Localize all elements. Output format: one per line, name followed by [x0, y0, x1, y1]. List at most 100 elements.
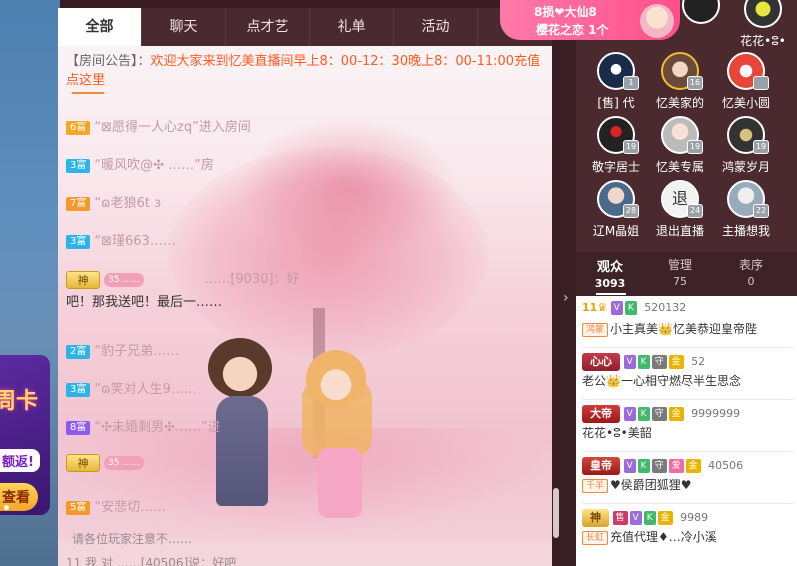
wealth-level-badge: 3富	[66, 234, 91, 249]
row-badges: 神 售VK金 9989	[582, 509, 708, 527]
notice-underline	[72, 92, 104, 94]
avatar-level-tag: 28	[623, 204, 639, 218]
tab-all[interactable]: 全部	[58, 8, 142, 46]
audience-avatar-9[interactable]: 22 主播想我	[712, 180, 780, 239]
chip-gold: 金	[685, 459, 701, 473]
list-item: 神 35 …… ……[9030]：好	[66, 268, 300, 289]
audience-avatar-3[interactable]: 忆美小圆	[712, 52, 780, 111]
audience-avatar-6[interactable]: 19 鸿蒙岁月	[712, 116, 780, 175]
row-name: 充值代理♦…冷小溪	[610, 530, 717, 544]
message-text: “豹子兄弟……	[94, 344, 180, 359]
tab-underline	[596, 293, 626, 295]
fan-level-badge: 35 ……	[104, 272, 145, 287]
tab-ranking[interactable]: 表序 0	[721, 256, 781, 288]
scrollbar-thumb[interactable]	[553, 488, 559, 538]
love-banner-bottom: 樱花之恋 1个	[536, 23, 609, 37]
tab-label: 表序	[738, 258, 763, 272]
tab-label: 观众	[596, 260, 623, 275]
tab-gift-list[interactable]: 礼单	[310, 8, 394, 46]
avatar-level-tag: 22	[753, 204, 769, 218]
list-item: 5富 “安悲切……	[66, 496, 166, 515]
avatar-label: 鸿蒙岁月	[721, 160, 770, 174]
avatar-label: 退出直播	[655, 224, 704, 238]
table-row[interactable]: 心心 VK守金 52 老公👑一心相守燃尽半生思念	[582, 348, 794, 400]
top-avatar-2[interactable]: 花花•ⵓ•	[729, 0, 797, 49]
room-notice[interactable]: 【房间公告】：欢迎大家来到忆美直播间早上8：00-12：30晚上8：00-11:…	[66, 52, 548, 90]
row-name-line: 千羊 ♥侯爵团狐狸♥	[582, 476, 692, 493]
list-item: 7富 “ɷ老狼6t ɜ	[66, 192, 161, 211]
tab-admins[interactable]: 管理 75	[650, 256, 710, 288]
avatar	[682, 0, 720, 24]
top-avatar-1[interactable]	[667, 0, 735, 24]
row-badges: 大帝 VK守金 9999999	[582, 405, 740, 423]
wealth-level-badge: 6富	[66, 120, 91, 135]
audience-avatar-4[interactable]: 19 敬字居士	[582, 116, 650, 175]
row-name: ♥侯爵团狐狸♥	[610, 478, 692, 492]
tab-talent[interactable]: 点才艺	[226, 8, 310, 46]
expand-arrow-icon[interactable]: ›	[563, 290, 569, 306]
audience-avatar-1[interactable]: 1 [售] 代	[582, 52, 650, 111]
avatar-level-tag: 1	[623, 76, 639, 90]
audience-avatar-5[interactable]: 19 忆美专属	[646, 116, 714, 175]
avatar: 16	[661, 52, 703, 90]
row-name: 小主真美👑忆美恭迎皇帝陛	[610, 322, 757, 336]
chat-scrollbar[interactable]	[552, 8, 560, 566]
chip-sell: 售	[612, 511, 628, 525]
avatar: 28	[597, 180, 639, 218]
audience-list: 11♛ VK 520132 鸿蒙 小主真美👑忆美恭迎皇帝陛 心心 VK守金 52 …	[576, 296, 797, 566]
row-badges: 皇帝 VK守爱金 40506	[582, 457, 743, 475]
row-score: 520132	[644, 301, 687, 314]
message-text: ……[9030]：好	[204, 272, 300, 287]
row-score: 40506	[708, 459, 744, 472]
promo-title: 周卡	[0, 389, 39, 414]
couple-girl-body	[318, 448, 362, 518]
background-tree-core	[238, 118, 458, 258]
love-banner-top: 8损❤大仙8	[534, 5, 597, 19]
title-badge: 11	[582, 301, 598, 314]
wealth-level-badge: 3富	[66, 382, 91, 397]
table-row[interactable]: 11♛ VK 520132 鸿蒙 小主真美👑忆美恭迎皇帝陛	[582, 296, 794, 348]
row-name-line: 鸿蒙 小主真美👑忆美恭迎皇帝陛	[582, 320, 757, 337]
tab-chat[interactable]: 聊天	[142, 8, 226, 46]
table-row[interactable]: 皇帝 VK守爱金 40506 千羊 ♥侯爵团狐狸♥	[582, 452, 794, 504]
weekly-card-promo[interactable]: 周卡 额返! 查看	[0, 355, 50, 515]
table-row[interactable]: 神 售VK金 9989 长虹 充值代理♦…冷小溪	[582, 504, 794, 556]
avatar-level-tag: 19	[753, 140, 769, 154]
chip-k: K	[624, 301, 637, 315]
audience-avatar-7[interactable]: 28 辽M晶姐	[582, 180, 650, 239]
avatar-level-tag: 24	[687, 204, 703, 218]
wealth-level-badge: 8富	[66, 420, 91, 435]
last-message: 11 我 对 ……[40506]说：好吧	[66, 556, 237, 566]
message-text: “ɷ笑对人生9……	[94, 382, 197, 397]
chip-v: V	[629, 511, 642, 525]
group-tag: 千羊	[582, 478, 609, 493]
table-row[interactable]: 大帝 VK守金 9999999 花花•ⵓ•美韶	[582, 400, 794, 452]
message-text: “⊠瑾663……	[94, 234, 176, 249]
avatar-label: 忆美小圆	[721, 96, 770, 110]
message-text: “✣未婚剩男✣……”进	[94, 420, 221, 435]
avatar-label: [售] 代	[597, 96, 635, 110]
tab-count: 75	[673, 275, 687, 288]
system-tip: 请各位玩家注意不……	[72, 532, 193, 546]
title-badge: 神	[582, 509, 609, 527]
list-item: 吧！那我送吧！最后一……	[66, 291, 222, 310]
couple-girl-head	[306, 350, 366, 408]
tab-activity[interactable]: 活动	[394, 8, 478, 46]
promo-rebate: 额返!	[0, 449, 40, 472]
chip-gold: 金	[657, 511, 673, 525]
audience-avatar-8[interactable]: 退 24 退出直播	[646, 180, 714, 239]
row-name-line: 花花•ⵓ•美韶	[582, 424, 652, 441]
chat-tabs: 全部 聊天 点才艺 礼单 活动	[58, 8, 552, 46]
chip-guard: 守	[651, 355, 667, 369]
love-gift-banner[interactable]: 8损❤大仙8 樱花之恋 1个	[500, 0, 680, 40]
message-text: “⊠愿得一人心zq”进入房间	[94, 120, 251, 135]
avatar-label: 敬字居士	[591, 160, 640, 174]
couple-boy-head	[208, 338, 272, 398]
audience-avatar-2[interactable]: 16 忆美家的	[646, 52, 714, 111]
tab-audience[interactable]: 观众 3093	[580, 256, 640, 290]
tab-count: 3093	[594, 277, 626, 290]
group-tag: 长虹	[582, 530, 609, 545]
right-divider	[560, 0, 576, 566]
avatar	[744, 0, 782, 28]
title-badge: 心心	[582, 353, 620, 371]
